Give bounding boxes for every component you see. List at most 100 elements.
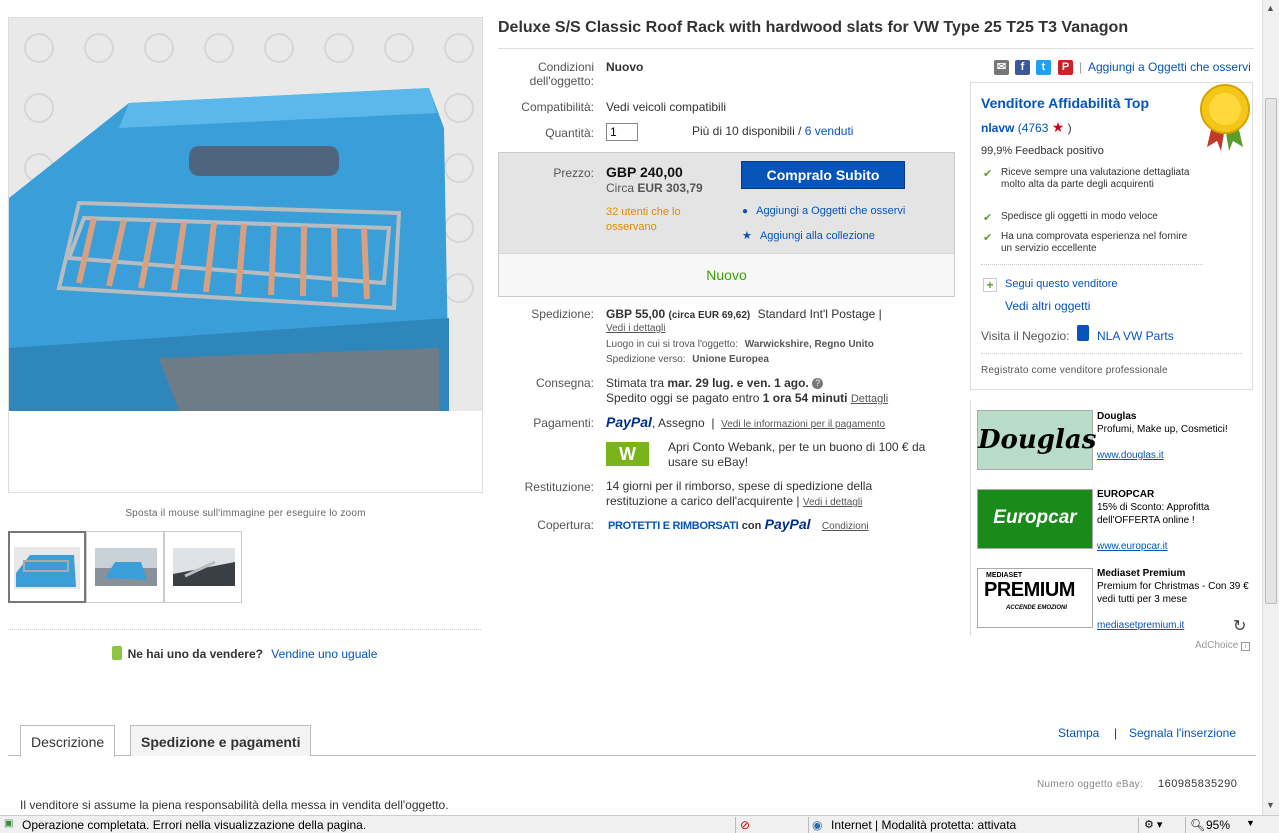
perk-1: Riceve sempre una valutazione dettagliat… bbox=[1001, 167, 1190, 190]
item-number: 160985835290 bbox=[1158, 778, 1238, 790]
payments-label: Pagamenti: bbox=[533, 416, 594, 430]
seller-info-box: Venditore Affidabilità Top nlavw (4763 ★… bbox=[970, 82, 1253, 390]
pinterest-icon[interactable]: P bbox=[1058, 60, 1073, 75]
facebook-icon[interactable]: f bbox=[1015, 60, 1030, 75]
coverage-conditions-link[interactable]: Condizioni bbox=[822, 521, 869, 532]
twitter-icon[interactable]: t bbox=[1036, 60, 1051, 75]
sell-one-like-this: Ne hai uno da vendere? Vendine uno ugual… bbox=[8, 629, 481, 661]
description-text: Il venditore si assume la piena responsa… bbox=[20, 798, 449, 812]
protected-mode-icon[interactable]: ⚙ ▾ bbox=[1144, 818, 1162, 831]
collection-action[interactable]: ★ Aggiungi alla collezione bbox=[742, 229, 875, 242]
europcar-ad-logo[interactable]: Europcar bbox=[977, 489, 1093, 549]
report-link[interactable]: Segnala l'inserzione bbox=[1129, 726, 1236, 740]
zoom-level[interactable]: 95% bbox=[1206, 818, 1230, 832]
seller-name[interactable]: nlavw bbox=[981, 121, 1014, 135]
payment-methods: PayPal, Assegno | Vedi le informazioni p… bbox=[606, 414, 886, 430]
tab-shipping-payments[interactable]: Spedizione e pagamenti bbox=[130, 725, 312, 756]
check-icon: ✔ bbox=[983, 232, 993, 244]
other-items-link[interactable]: Vedi altri oggetti bbox=[1005, 299, 1090, 313]
delivery-cutoff: Spedito oggi se pagato entro 1 ora 54 mi… bbox=[606, 391, 889, 405]
scroll-up-icon[interactable]: ▲ bbox=[1266, 3, 1275, 13]
store-label: Visita il Negozio: bbox=[981, 329, 1070, 343]
condition-badge: Nuovo bbox=[499, 253, 954, 296]
europcar-ad-link[interactable]: www.europcar.it bbox=[1097, 541, 1168, 552]
check-icon: ✔ bbox=[983, 168, 993, 180]
watchers-count: 32 utenti che lo osservano bbox=[606, 206, 681, 233]
webank-logo[interactable]: W bbox=[606, 442, 649, 466]
shipping-cost: GBP 55,00 (circa EUR 69,62) Standard Int… bbox=[606, 307, 882, 321]
coverage-label: Copertura: bbox=[537, 518, 594, 532]
top-rated-title: Venditore Affidabilità Top bbox=[981, 95, 1149, 111]
collection-link[interactable]: Aggiungi alla collezione bbox=[760, 230, 875, 242]
follow-plus-icon[interactable]: + bbox=[983, 278, 997, 292]
buy-now-button[interactable]: Compralo Subito bbox=[741, 161, 905, 189]
feedback-star-icon: ★ bbox=[1051, 119, 1065, 135]
douglas-ad-text: Douglas Profumi, Make up, Cosmetici! www.d… bbox=[1097, 411, 1228, 461]
zoom-hint: Sposta il mouse sull'immagine per esegui… bbox=[125, 508, 366, 519]
thumbnail-1[interactable] bbox=[8, 531, 86, 603]
condition-value: Nuovo bbox=[606, 60, 644, 74]
ebay-item-page: Sposta il mouse sull'immagine per esegui… bbox=[0, 0, 1279, 833]
webank-promo-link[interactable]: Apri Conto Webank, per te un buono di 10… bbox=[668, 440, 943, 470]
thumbnail-3[interactable] bbox=[164, 531, 242, 603]
adchoice-label[interactable]: AdChoice i bbox=[1195, 640, 1251, 651]
title-divider bbox=[498, 48, 1254, 49]
sell-link[interactable]: Vendine uno uguale bbox=[271, 647, 377, 661]
shipping-details-link[interactable]: Vedi i dettagli bbox=[606, 323, 666, 334]
returns-label: Restituzione: bbox=[524, 480, 594, 494]
ad-panel: Douglas Douglas Profumi, Make up, Cosmeti… bbox=[970, 400, 1253, 636]
paypal-logo: PayPal bbox=[606, 414, 652, 430]
delivery-details-link[interactable]: Dettagli bbox=[851, 393, 888, 405]
compat-label: Compatibilità: bbox=[521, 100, 594, 114]
help-icon[interactable]: ? bbox=[812, 378, 824, 389]
page-icon: ▣ bbox=[4, 818, 14, 829]
refresh-icon[interactable]: ↻ bbox=[1233, 616, 1246, 636]
feedback-percent: 99,9% Feedback positivo bbox=[981, 145, 1104, 157]
price-label: Prezzo: bbox=[553, 166, 594, 180]
share-separator: | bbox=[1079, 60, 1083, 74]
item-title: Deluxe S/S Classic Roof Rack with hardwo… bbox=[498, 19, 1129, 36]
item-number-label: Numero oggetto eBay: bbox=[1037, 779, 1144, 790]
quantity-input[interactable] bbox=[606, 123, 638, 141]
share-watch-link[interactable]: Aggiungi a Oggetti che osservi bbox=[1088, 60, 1251, 74]
compat-link[interactable]: Vedi veicoli compatibili bbox=[606, 100, 726, 114]
zoom-dropdown-icon[interactable]: ▼ bbox=[1246, 818, 1255, 828]
qty-label: Quantità: bbox=[545, 126, 594, 140]
follow-seller-link[interactable]: Segui questo venditore bbox=[1005, 278, 1118, 290]
sold-link[interactable]: 6 venduti bbox=[805, 124, 854, 138]
watch-link[interactable]: Aggiungi a Oggetti che osservi bbox=[756, 205, 905, 217]
thumbnail-2[interactable] bbox=[86, 531, 164, 603]
douglas-ad-link[interactable]: www.douglas.it bbox=[1097, 450, 1164, 461]
availability: Più di 10 disponibili / 6 venduti bbox=[692, 124, 854, 138]
mediaset-ad-link[interactable]: mediasetpremium.it bbox=[1097, 620, 1184, 631]
vertical-scrollbar[interactable]: ▲ ▼ bbox=[1262, 0, 1279, 815]
feedback-score[interactable]: (4763 bbox=[1018, 121, 1049, 135]
perk-3: Ha una comprovata esperienza nel fornire… bbox=[1001, 231, 1188, 254]
star-icon: ★ bbox=[742, 230, 752, 242]
top-rated-seal-icon bbox=[1197, 83, 1253, 156]
delivery-label: Consegna: bbox=[535, 376, 594, 390]
main-product-image[interactable] bbox=[8, 17, 483, 493]
watch-action[interactable]: ● Aggiungi a Oggetti che osservi bbox=[742, 205, 905, 217]
mediaset-ad-logo[interactable]: MEDIASET PREMIUM ACCENDE EMOZIONI bbox=[977, 568, 1093, 628]
business-seller-note: Registrato come venditore professionale bbox=[981, 365, 1168, 376]
blocked-icon[interactable]: ⊘ bbox=[740, 818, 750, 832]
returns-details-link[interactable]: Vedi i dettagli bbox=[803, 497, 863, 508]
check-icon: ✔ bbox=[983, 212, 993, 224]
print-link[interactable]: Stampa bbox=[1058, 726, 1099, 740]
scroll-down-icon[interactable]: ▼ bbox=[1266, 800, 1275, 810]
europcar-ad-text: EUROPCAR 15% di Sconto: Approfitta dell'O… bbox=[1097, 489, 1210, 552]
perk-2: Spedisce gli oggetti in modo veloce bbox=[1001, 211, 1158, 222]
price-approx: Circa EUR 303,79 bbox=[606, 181, 703, 195]
mediaset-ad-text: Mediaset Premium Premium for Christmas - … bbox=[1097, 568, 1249, 631]
store-link[interactable]: NLA VW Parts bbox=[1097, 329, 1174, 343]
email-icon[interactable]: ✉ bbox=[994, 60, 1009, 75]
payment-info-link[interactable]: Vedi le informazioni per il pagamento bbox=[721, 419, 885, 430]
store-icon[interactable] bbox=[1077, 325, 1089, 341]
douglas-ad-logo[interactable]: Douglas bbox=[977, 410, 1096, 470]
status-message: Operazione completata. Errori nella visu… bbox=[22, 818, 367, 832]
tab-description[interactable]: Descrizione bbox=[20, 725, 116, 757]
scroll-thumb[interactable] bbox=[1265, 98, 1277, 604]
actions-separator: | bbox=[1114, 726, 1118, 740]
zoom-icon[interactable]: 🔍︎ bbox=[1190, 818, 1205, 832]
